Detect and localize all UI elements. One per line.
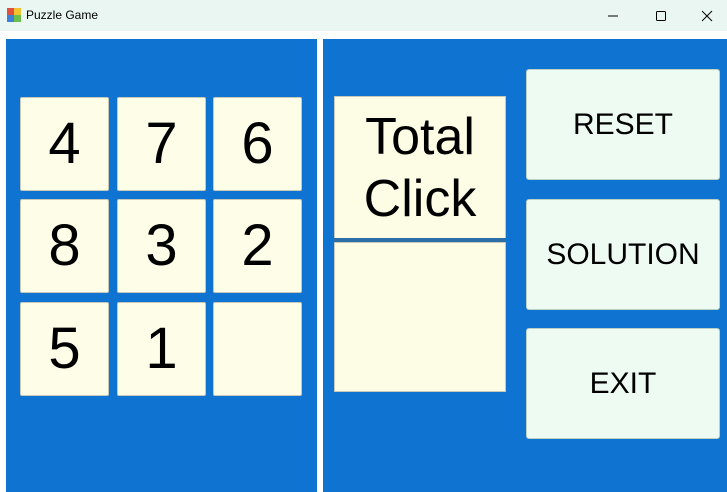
control-panel: Total Click RESET SOLUTION EXIT (323, 39, 727, 492)
total-click-count (334, 242, 506, 392)
tile-2[interactable]: 7 (117, 97, 206, 191)
tile-1[interactable]: 4 (20, 97, 109, 191)
puzzle-board-panel: 4 7 6 8 3 2 5 1 (6, 39, 317, 492)
solution-button[interactable]: SOLUTION (526, 199, 720, 310)
maximize-icon (656, 10, 666, 21)
minimize-button[interactable] (590, 0, 636, 31)
tile-4[interactable]: 8 (20, 199, 109, 293)
tile-empty[interactable] (213, 302, 302, 396)
tile-8[interactable]: 1 (117, 302, 206, 396)
tile-5[interactable]: 3 (117, 199, 206, 293)
close-button[interactable] (684, 0, 727, 31)
maximize-button[interactable] (638, 0, 684, 31)
close-icon (701, 10, 713, 21)
total-label-line1: Total (365, 107, 475, 166)
reset-button[interactable]: RESET (526, 69, 720, 180)
total-label-line2: Click (363, 169, 477, 228)
tile-6[interactable]: 2 (213, 199, 302, 293)
minimize-icon (608, 15, 618, 16)
tile-7[interactable]: 5 (20, 302, 109, 396)
title-bar: Puzzle Game (0, 0, 727, 31)
app-icon (7, 8, 21, 22)
window-title: Puzzle Game (26, 8, 99, 22)
puzzle-game-window: Puzzle Game 4 7 6 8 3 2 5 1 Total Click … (0, 0, 727, 492)
client-area: 4 7 6 8 3 2 5 1 Total Click RESET SOLUTI… (0, 31, 727, 492)
tile-3[interactable]: 6 (213, 97, 302, 191)
exit-button[interactable]: EXIT (526, 328, 720, 439)
total-click-label: Total Click (334, 96, 506, 239)
